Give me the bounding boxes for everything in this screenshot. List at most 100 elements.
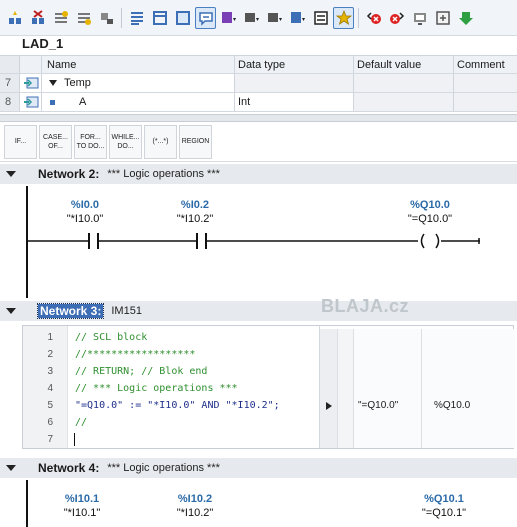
add-row-icon[interactable]: [73, 7, 94, 29]
contact-symbol[interactable]: "*I10.2": [160, 213, 230, 225]
contact-symbol[interactable]: "*I10.2": [160, 507, 230, 519]
monitor-cell: [320, 414, 338, 431]
contact-address[interactable]: %I0.2: [160, 199, 230, 211]
coil-symbol[interactable]: "=Q10.1": [408, 507, 480, 519]
variable-default[interactable]: [354, 93, 454, 111]
code-text[interactable]: // *** Logic operations ***: [61, 383, 238, 394]
collapse-triangle-icon[interactable]: [46, 77, 62, 89]
monitor-row: [320, 346, 515, 363]
view-icon[interactable]: [149, 7, 170, 29]
comment-view-icon[interactable]: [195, 6, 216, 29]
code-text[interactable]: "=Q10.0" := "*I10.0" AND "*I10.2";: [61, 400, 280, 411]
contact-address[interactable]: %I10.1: [47, 493, 117, 505]
collapse-triangle-icon[interactable]: [0, 164, 22, 184]
coil-address[interactable]: %Q10.1: [408, 493, 480, 505]
monitor-cell: [338, 363, 354, 380]
temp-datatype[interactable]: [235, 74, 354, 92]
contact-address[interactable]: %I10.2: [160, 493, 230, 505]
coil-address[interactable]: %Q10.0: [394, 199, 466, 211]
variable-datatype[interactable]: Int: [235, 93, 354, 111]
default-value-header[interactable]: Default value: [354, 56, 454, 73]
sym-icon[interactable]: [241, 7, 262, 29]
code-text[interactable]: // RETURN; // Blok end: [61, 366, 207, 377]
network-4-ladder: %I10.1 "*I10.1" %I10.2 "*I10.2" %Q10.1 "…: [0, 480, 517, 527]
monitor-cell: [422, 431, 515, 448]
expand-arrow-icon[interactable]: [320, 397, 338, 414]
monitor-row-q10-0[interactable]: "=Q10.0" %Q10.0: [320, 397, 515, 414]
monitor-cell: [422, 363, 515, 380]
case-button[interactable]: CASE... OF...: [39, 124, 72, 159]
monitor-cell: [320, 363, 338, 380]
insert-row-icon[interactable]: [50, 7, 71, 29]
code-text[interactable]: //: [61, 417, 87, 428]
box-icon[interactable]: [172, 7, 193, 29]
coil-symbol[interactable]: "=Q10.0": [394, 213, 466, 225]
scl-line[interactable]: 2 //******************: [23, 346, 315, 363]
network-2-header[interactable]: Network 2: *** Logic operations ***: [0, 164, 517, 184]
monitor-cell: [338, 431, 354, 448]
name-header[interactable]: Name: [42, 56, 235, 73]
separator: [121, 7, 122, 28]
list-sym-icon[interactable]: [310, 7, 331, 29]
interface-row-temp[interactable]: 7 Temp: [0, 74, 517, 93]
monitor-icon[interactable]: [409, 7, 430, 29]
for-button[interactable]: FOR... TO DO...: [74, 124, 107, 159]
variable-name[interactable]: A: [42, 93, 235, 111]
splitter[interactable]: [0, 114, 517, 122]
line-number: 5: [47, 400, 53, 411]
code-text[interactable]: // SCL block: [61, 332, 147, 343]
download-icon[interactable]: [455, 7, 476, 29]
region-button[interactable]: REGION: [179, 124, 212, 159]
list-icon[interactable]: [126, 7, 147, 29]
scl-line[interactable]: 1 // SCL block: [23, 329, 315, 346]
crossed-icon[interactable]: [96, 7, 117, 29]
code-text[interactable]: //******************: [61, 349, 195, 360]
favorites-icon[interactable]: [333, 6, 354, 29]
interface-row-a[interactable]: 8 A Int: [0, 93, 517, 112]
if-button[interactable]: IF...: [4, 124, 37, 159]
prev-error-icon[interactable]: [363, 7, 384, 29]
monitor-cell: [320, 329, 338, 346]
monitor-symbol[interactable]: "=Q10.0": [354, 397, 422, 414]
temp-comment[interactable]: [454, 74, 517, 92]
temp-section-name[interactable]: Temp: [42, 74, 235, 92]
scl-line[interactable]: 5 "=Q10.0" := "*I10.0" AND "*I10.2";: [23, 397, 315, 414]
while-button[interactable]: WHILE... DO...: [109, 124, 142, 159]
sym-table-icon[interactable]: [287, 7, 308, 29]
contact-address[interactable]: %I0.0: [50, 199, 120, 211]
abs-symbol-icon[interactable]: [218, 7, 239, 29]
insert-network-icon[interactable]: [4, 7, 25, 29]
network-3-header[interactable]: Network 3: IM151: [0, 301, 517, 321]
scl-editor[interactable]: 1 // SCL block 2 //****************** 3 …: [22, 325, 515, 449]
network-comment[interactable]: IM151: [111, 305, 142, 317]
datatype-header[interactable]: Data type: [235, 56, 354, 73]
contact-symbol[interactable]: "*I10.1": [47, 507, 117, 519]
variable-comment[interactable]: [454, 93, 517, 111]
scl-line[interactable]: 7: [23, 431, 315, 448]
collapse-triangle-icon[interactable]: [0, 458, 22, 478]
monitor-row: [320, 431, 515, 448]
monitor-cell: [354, 346, 422, 363]
monitor-cell: [338, 397, 354, 414]
temp-default[interactable]: [354, 74, 454, 92]
scl-line[interactable]: 6 //: [23, 414, 315, 431]
scl-line[interactable]: 3 // RETURN; // Blok end: [23, 363, 315, 380]
contact-symbol[interactable]: "*I10.0": [50, 213, 120, 225]
network-comment[interactable]: *** Logic operations ***: [107, 462, 220, 474]
scl-line[interactable]: 4 // *** Logic operations ***: [23, 380, 315, 397]
network-comment[interactable]: *** Logic operations ***: [107, 168, 220, 180]
network-2-ladder: %I0.0 "*I10.0" %I0.2 "*I10.2" %Q10.0 "=Q…: [0, 186, 517, 298]
network-4-header[interactable]: Network 4: *** Logic operations ***: [0, 458, 517, 478]
abs-icon[interactable]: [264, 7, 285, 29]
delete-network-icon[interactable]: [27, 7, 48, 29]
monitor-address[interactable]: %Q10.0: [422, 397, 515, 414]
network-title[interactable]: Network 3:: [36, 303, 105, 319]
temp-label: Temp: [64, 77, 91, 89]
comment-header[interactable]: Comment: [454, 56, 517, 73]
monitor-cell: [422, 346, 515, 363]
collapse-triangle-icon[interactable]: [0, 301, 22, 321]
comment-block-button[interactable]: (*...*): [144, 124, 177, 159]
icon-header: [20, 56, 42, 73]
compare-icon[interactable]: [432, 7, 453, 29]
next-error-icon[interactable]: [386, 7, 407, 29]
